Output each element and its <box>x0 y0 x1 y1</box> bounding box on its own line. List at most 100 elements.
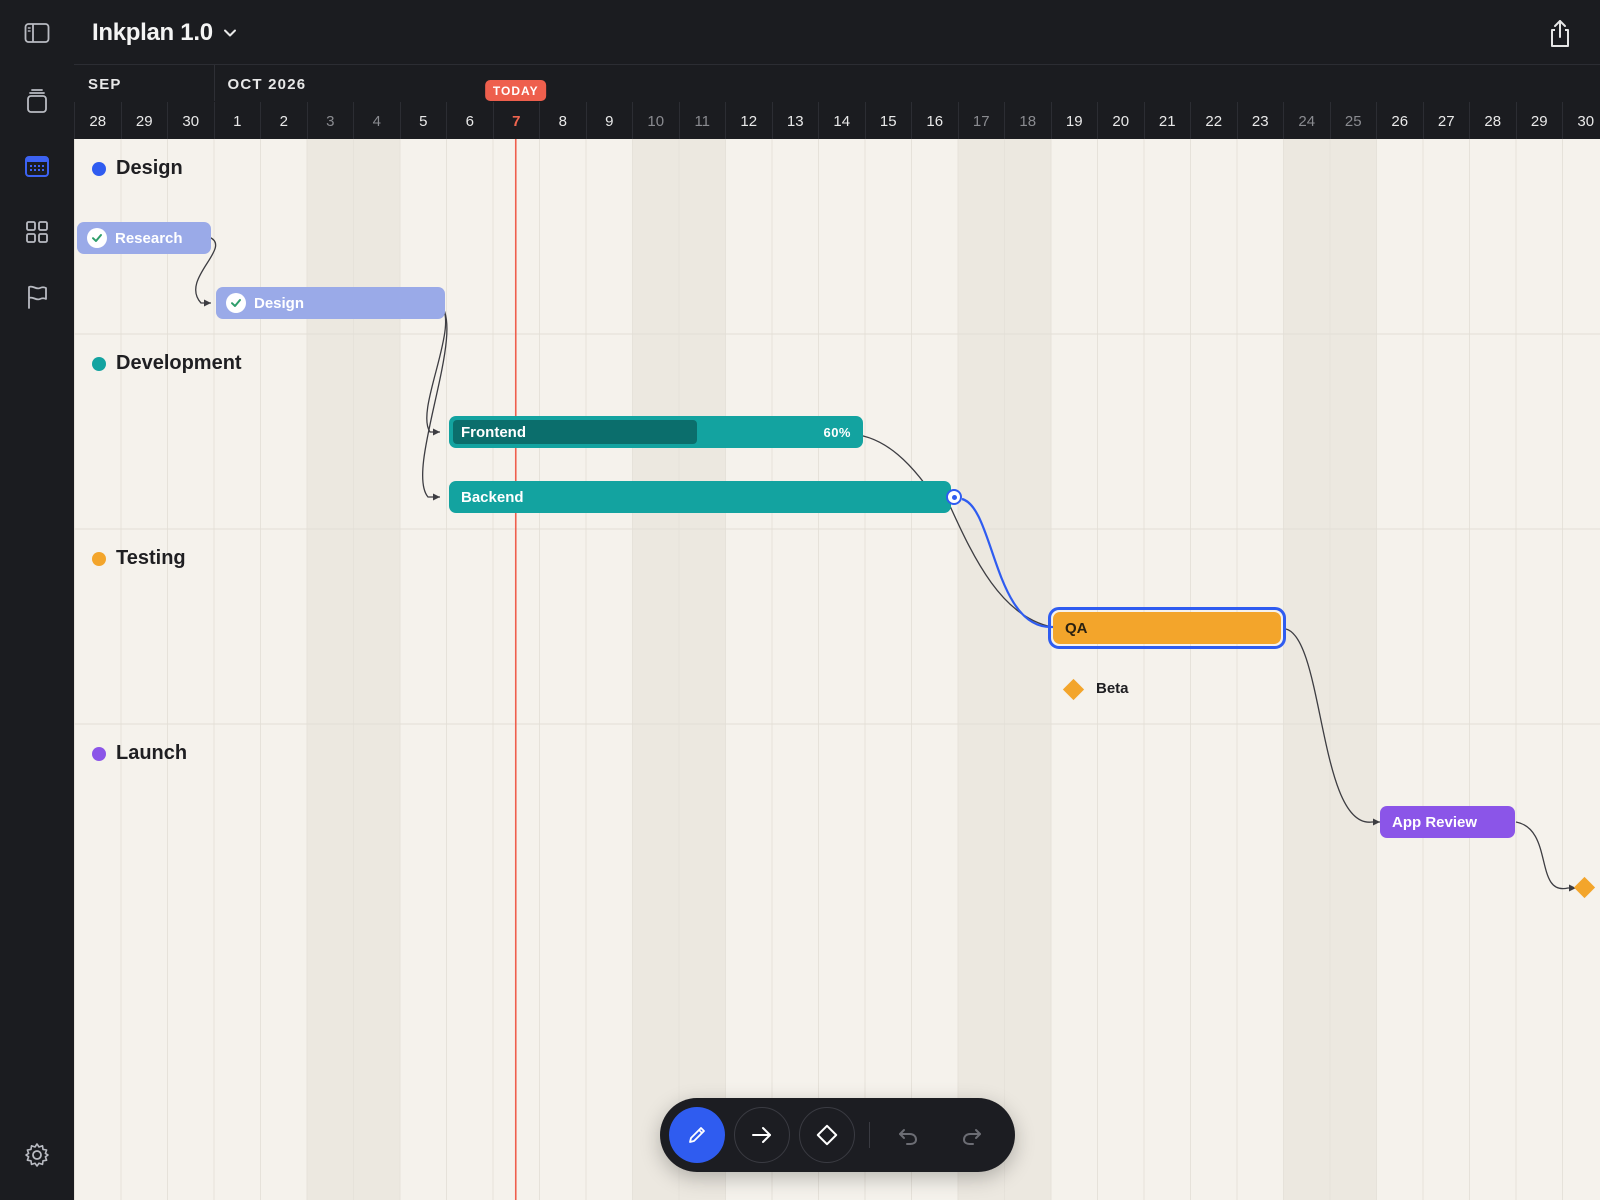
link-handle-dot <box>951 494 957 500</box>
sidebar-icon <box>24 23 50 43</box>
day-cell[interactable]: 2 <box>260 102 307 140</box>
redo-button[interactable] <box>944 1107 1000 1163</box>
share-button[interactable] <box>1544 18 1576 50</box>
undo-button[interactable] <box>880 1107 936 1163</box>
group-design[interactable]: Design <box>92 157 183 180</box>
group-testing[interactable]: Testing <box>92 547 186 570</box>
stack-icon <box>27 89 47 113</box>
task-bar-qa[interactable]: QA <box>1053 612 1281 644</box>
drawing-toolbar <box>660 1098 1015 1172</box>
calendar-icon <box>25 156 49 177</box>
arrow-right-icon <box>752 1127 771 1143</box>
day-cell[interactable]: 20 <box>1097 102 1144 140</box>
progress-percent: 60% <box>823 424 851 440</box>
today-badge: TODAY <box>484 80 547 101</box>
flag-icon <box>28 285 47 309</box>
projects-button[interactable] <box>17 81 57 121</box>
milestone-tool-button[interactable] <box>799 1107 855 1163</box>
day-cell[interactable]: 18 <box>1004 102 1051 140</box>
check-icon <box>226 293 246 313</box>
diamond-icon <box>816 1124 838 1146</box>
project-switcher[interactable]: Inkplan 1.0 <box>92 16 237 50</box>
task-bar-design[interactable]: Design <box>216 287 445 319</box>
settings-button[interactable] <box>17 1135 57 1175</box>
day-cell[interactable]: 16 <box>911 102 958 140</box>
undo-icon <box>899 1129 918 1145</box>
weekend-shade <box>678 139 725 1200</box>
weekend-shade <box>632 139 679 1200</box>
day-cell[interactable]: 24 <box>1283 102 1330 140</box>
weekend-shade <box>1329 139 1376 1200</box>
task-label: Design <box>254 294 305 312</box>
weekend-shade <box>1004 139 1051 1200</box>
task-bar-research[interactable]: Research <box>77 222 211 254</box>
day-cell[interactable]: 30 <box>1562 102 1600 140</box>
day-cell[interactable]: 8 <box>539 102 586 140</box>
group-launch[interactable]: Launch <box>92 742 187 765</box>
day-cell[interactable]: 29 <box>1515 102 1563 140</box>
gantt-canvas[interactable]: Design Development Testing Launch Resear… <box>74 139 1600 1200</box>
share-icon <box>1551 20 1569 47</box>
day-cell[interactable]: 14 <box>818 102 865 140</box>
day-cell[interactable]: 7 <box>492 102 540 140</box>
day-cell[interactable]: 19 <box>1050 102 1098 140</box>
day-cell[interactable]: 28 <box>1469 102 1516 140</box>
calendar-button[interactable] <box>17 146 57 186</box>
group-label: Testing <box>116 547 186 569</box>
redo-icon <box>962 1129 981 1145</box>
group-dot <box>92 746 106 761</box>
day-cell[interactable]: 25 <box>1329 102 1377 140</box>
group-dot <box>92 551 106 566</box>
day-cell[interactable]: 12 <box>725 102 772 140</box>
day-cell[interactable]: 17 <box>957 102 1005 140</box>
milestone-label: Beta <box>1096 680 1129 697</box>
top-bar: Inkplan 1.0 <box>74 0 1600 64</box>
day-cell[interactable]: 1 <box>213 102 261 140</box>
group-development[interactable]: Development <box>92 352 242 375</box>
group-label: Development <box>116 352 242 374</box>
month-label: OCT 2026 <box>227 76 307 93</box>
toolbar-divider <box>869 1122 870 1148</box>
month-label: SEP <box>88 76 122 93</box>
day-cell[interactable]: 3 <box>306 102 354 140</box>
day-cell[interactable]: 27 <box>1422 102 1470 140</box>
task-bar-backend[interactable]: Backend <box>449 481 951 513</box>
day-cell[interactable]: 13 <box>771 102 819 140</box>
gear-icon <box>25 1143 49 1167</box>
boards-button[interactable] <box>17 212 57 252</box>
check-icon <box>87 228 107 248</box>
day-cell[interactable]: 30 <box>167 102 214 140</box>
link-tool-button[interactable] <box>734 1107 790 1163</box>
sidebar-toggle-button[interactable] <box>17 13 57 53</box>
day-cell[interactable]: 26 <box>1376 102 1423 140</box>
day-cell[interactable]: 4 <box>353 102 400 140</box>
group-label: Design <box>116 157 183 179</box>
milestones-button[interactable] <box>17 277 57 317</box>
day-cell[interactable]: 21 <box>1143 102 1191 140</box>
task-label: QA <box>1065 619 1088 637</box>
day-cell[interactable]: 10 <box>632 102 679 140</box>
pencil-icon <box>689 1127 705 1143</box>
day-cell[interactable]: 23 <box>1236 102 1284 140</box>
day-cell[interactable]: 9 <box>585 102 633 140</box>
group-dot <box>92 161 106 176</box>
day-cell[interactable]: 5 <box>399 102 447 140</box>
task-label: Research <box>115 229 183 247</box>
draw-tool-button[interactable] <box>669 1107 725 1163</box>
task-bar-app-review[interactable]: App Review <box>1380 806 1515 838</box>
task-bar-frontend[interactable]: Frontend 60% <box>449 416 863 448</box>
link-handle[interactable] <box>946 489 962 505</box>
day-cell[interactable]: 29 <box>120 102 168 140</box>
task-label: Backend <box>461 488 524 506</box>
group-dot <box>92 356 106 371</box>
group-label: Launch <box>116 742 188 764</box>
day-row: 28 29 30 1 2 3 4 5 6 7 8 9 10 11 12 13 14 15 16 17 18 19 20 21 2… <box>74 102 1600 140</box>
day-cell[interactable]: 6 <box>446 102 493 140</box>
weekend-shade <box>957 139 1004 1200</box>
day-cell[interactable]: 11 <box>678 102 726 140</box>
day-cell[interactable]: 15 <box>864 102 912 140</box>
grid-icon <box>26 221 48 243</box>
day-cell[interactable]: 28 <box>74 102 121 140</box>
month-divider <box>213 65 215 101</box>
day-cell[interactable]: 22 <box>1190 102 1237 140</box>
